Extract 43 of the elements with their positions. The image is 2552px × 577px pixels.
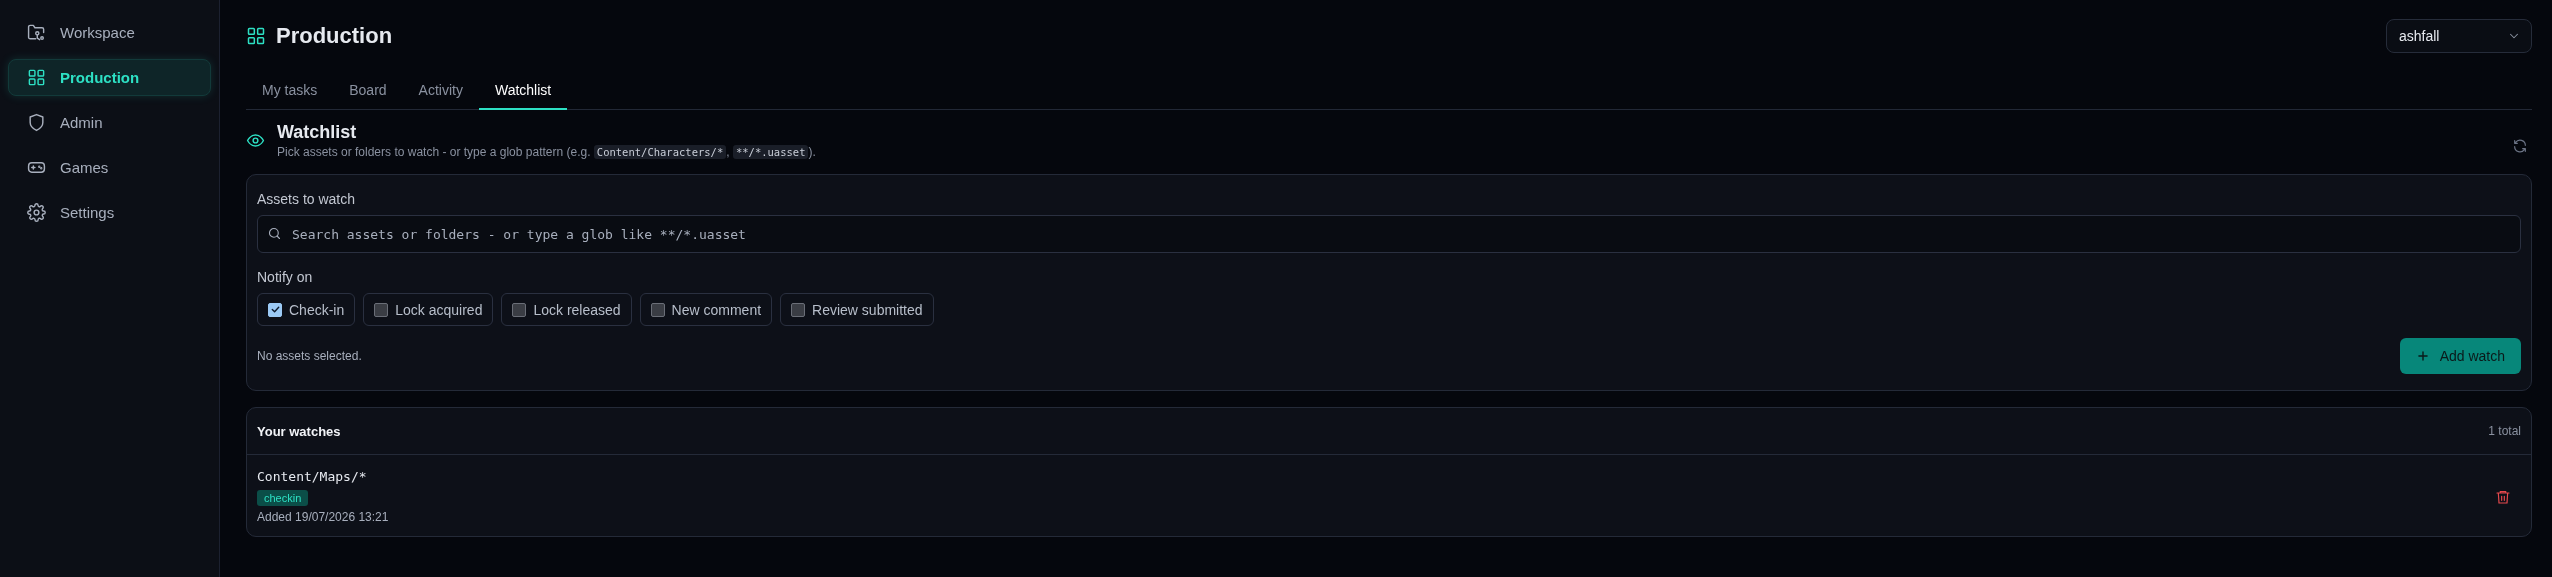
settings-icon: [27, 203, 46, 222]
tab[interactable]: Activity: [402, 72, 479, 110]
field-label: Assets to watch: [257, 191, 357, 207]
tab[interactable]: Board: [333, 72, 403, 110]
event-checkbox[interactable]: Lock acquired: [363, 293, 494, 326]
project-select[interactable]: ashfall: [2386, 19, 2532, 53]
add-watch-button[interactable]: Add watch: [2399, 338, 2521, 374]
page-title: Production: [276, 23, 393, 49]
check-icon: [269, 304, 281, 315]
tab[interactable]: Watchlist: [478, 72, 568, 110]
section-title: Watchlist: [277, 122, 358, 143]
event-tag: checkin: [257, 490, 309, 506]
sidebar-item[interactable]: Settings: [8, 194, 211, 231]
checkbox[interactable]: [374, 302, 389, 317]
delete-icon[interactable]: [2495, 488, 2511, 505]
eye-icon: [246, 131, 265, 150]
event-checkbox[interactable]: Lock released: [501, 293, 632, 326]
grid-icon: [246, 26, 266, 46]
checkbox[interactable]: [512, 302, 527, 317]
watch-count: 1 total: [2488, 424, 2521, 438]
refresh-icon: [2512, 138, 2528, 154]
plus-icon: [2415, 349, 2430, 363]
sidebar-item[interactable]: Admin: [8, 104, 211, 141]
shield-icon: [27, 113, 46, 132]
status-text: No assets selected.: [257, 349, 362, 363]
folder-icon: [27, 23, 46, 42]
watch-path: Content/Maps/*: [257, 469, 368, 484]
checkbox[interactable]: [268, 302, 282, 317]
sidebar-item[interactable]: Production: [8, 59, 211, 96]
event-checkbox[interactable]: New comment: [639, 293, 773, 326]
grid-icon: [27, 68, 46, 87]
tab[interactable]: My tasks: [246, 72, 334, 110]
sidebar-item[interactable]: Games: [8, 149, 211, 186]
event-checkbox[interactable]: Check-in: [257, 293, 356, 326]
card-title: Your watches: [257, 423, 341, 439]
section-description: Pick assets or folders to watch - or type a glob pattern (e.g. Content/Characters/* , **/*.uasset ).: [277, 145, 816, 159]
checkbox[interactable]: [791, 302, 806, 317]
checkbox[interactable]: [650, 302, 665, 317]
field-label: Notify on: [257, 269, 314, 285]
event-checkbox[interactable]: Review submitted: [780, 293, 934, 326]
search-field[interactable]: Search assets or folders - or type a glob like **/*.uasset: [257, 215, 2521, 253]
added-date: Added 19/07/2026 13:21: [257, 510, 389, 524]
sidebar-item[interactable]: Workspace: [8, 14, 211, 51]
